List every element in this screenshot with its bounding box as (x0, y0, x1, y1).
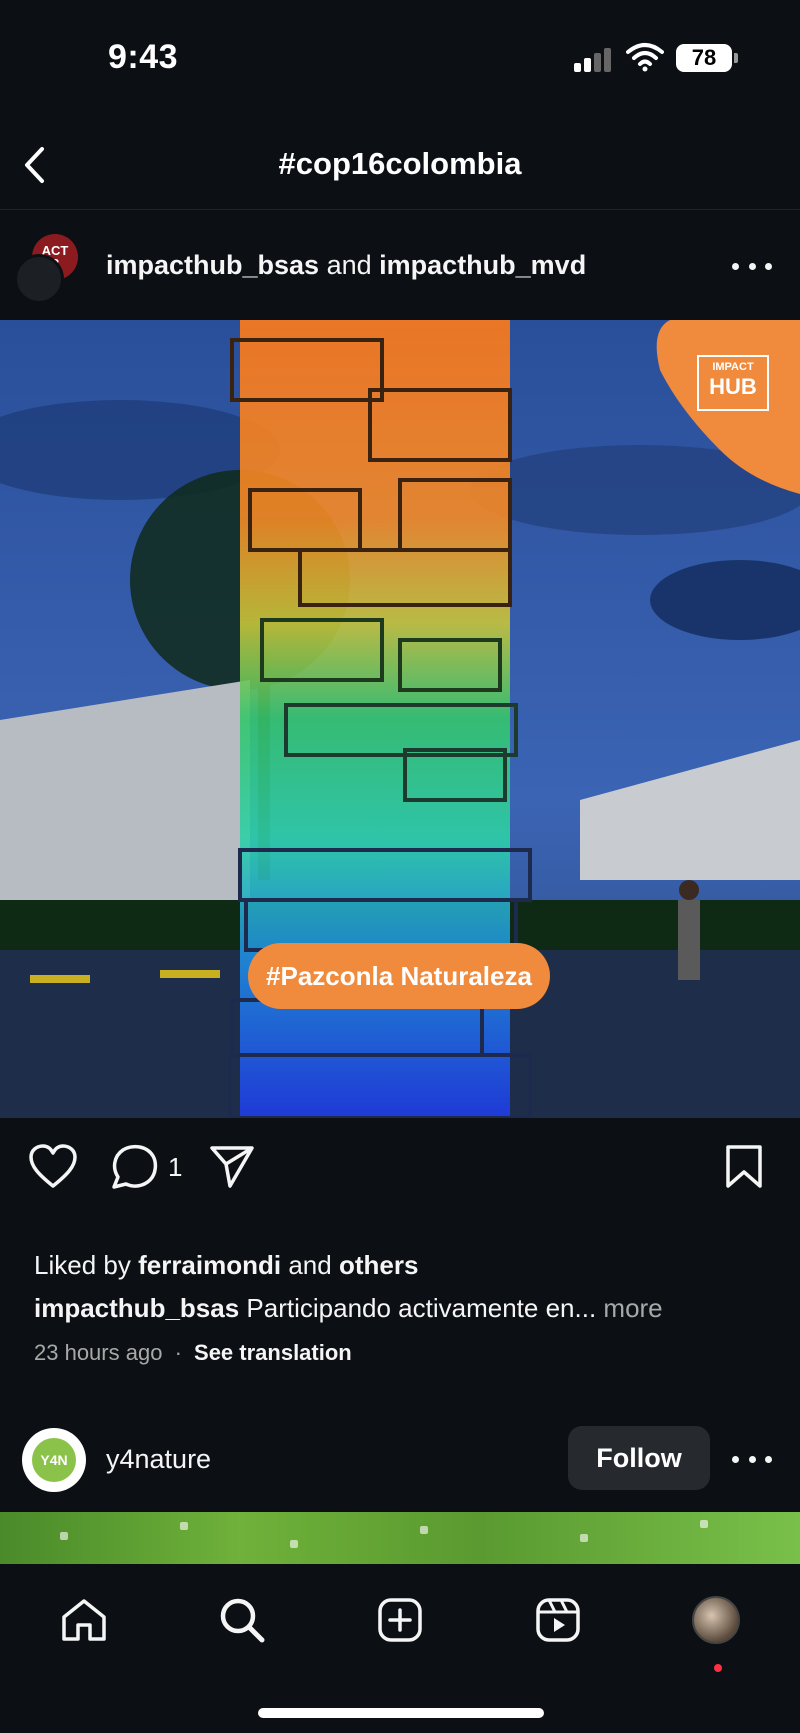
post-actions: 1 (0, 1118, 800, 1218)
save-button[interactable] (724, 1144, 764, 1195)
hashtag-overlay: #Pazconla Naturaleza (248, 943, 550, 1009)
like-button[interactable] (28, 1144, 78, 1195)
y4n-logo: Y4N (32, 1438, 76, 1482)
follow-button[interactable]: Follow (568, 1426, 710, 1490)
likes-summary[interactable]: Liked by ferraimondi and others (34, 1250, 774, 1281)
impact-hub-logo: IMPACT HUB (630, 320, 800, 500)
caption-more-link[interactable]: more (603, 1293, 662, 1323)
more-horizontal-icon (732, 262, 739, 270)
next-post-image-preview[interactable] (0, 1512, 800, 1564)
post-header: ACT B impacthub_bsas and impacthub_mvd (0, 212, 800, 320)
next-post-header: Y4N y4nature Follow (0, 1420, 800, 1516)
post-caption-area: Liked by ferraimondi and others impacthu… (34, 1250, 774, 1366)
notification-dot (714, 1664, 722, 1672)
caption-line: impacthub_bsas Participando activamente … (34, 1293, 774, 1324)
battery-indicator: 78 (676, 44, 738, 72)
post-owners: impacthub_bsas and impacthub_mvd (106, 250, 586, 281)
owner-username-primary[interactable]: impacthub_bsas (106, 250, 319, 280)
wifi-icon (626, 42, 664, 72)
status-bar: 9:43 78 (0, 0, 800, 120)
next-post-more-button[interactable] (732, 1444, 772, 1474)
share-button[interactable] (208, 1144, 256, 1195)
post-more-button[interactable] (732, 251, 772, 281)
likes-joiner: and (288, 1250, 332, 1280)
nav-reels[interactable] (528, 1590, 588, 1650)
plus-square-icon (378, 1598, 422, 1642)
bookmark-icon (726, 1145, 762, 1188)
owner-joiner: and (326, 250, 372, 280)
see-translation-link[interactable]: See translation (194, 1340, 352, 1365)
page-title: #cop16colombia (278, 146, 522, 181)
nav-create[interactable] (370, 1590, 430, 1650)
search-icon (220, 1598, 265, 1643)
top-header: #cop16colombia (0, 120, 800, 210)
profile-avatar (692, 1596, 740, 1644)
heart-icon (29, 1144, 77, 1188)
avatar-impacthub-mvd (14, 254, 64, 304)
comment-button[interactable] (110, 1144, 158, 1195)
nav-search[interactable] (212, 1590, 272, 1650)
liker-username[interactable]: ferraimondi (138, 1250, 281, 1280)
caption-text: Participando activamente en... (246, 1293, 597, 1323)
collab-avatars[interactable]: ACT B (14, 232, 84, 312)
status-time: 9:43 (108, 38, 179, 76)
bottom-nav (0, 1564, 800, 1733)
comment-icon (112, 1144, 158, 1189)
avatar-y4nature[interactable]: Y4N (22, 1428, 86, 1492)
caption-username[interactable]: impacthub_bsas (34, 1293, 239, 1323)
more-horizontal-icon (732, 1455, 739, 1463)
next-post-username[interactable]: y4nature (106, 1444, 211, 1475)
nav-profile[interactable] (686, 1590, 746, 1650)
post-timestamp: 23 hours ago (34, 1340, 163, 1365)
post-meta: 23 hours ago · See translation (34, 1340, 774, 1366)
home-indicator (258, 1708, 544, 1718)
likes-prefix: Liked by (34, 1250, 131, 1280)
reels-icon (536, 1598, 580, 1642)
likes-others[interactable]: others (339, 1250, 418, 1280)
logo-line-1: IMPACT (712, 361, 754, 373)
home-icon (62, 1599, 106, 1641)
send-icon (210, 1146, 254, 1188)
cellular-signal-icon (574, 46, 614, 72)
nav-home[interactable] (54, 1590, 114, 1650)
meta-separator: · (174, 1340, 182, 1365)
comment-count: 1 (168, 1152, 183, 1182)
post-image[interactable]: IMPACT HUB #Pazconla Naturaleza (0, 320, 800, 1118)
owner-username-secondary[interactable]: impacthub_mvd (379, 250, 586, 280)
logo-line-2: HUB (709, 374, 757, 399)
